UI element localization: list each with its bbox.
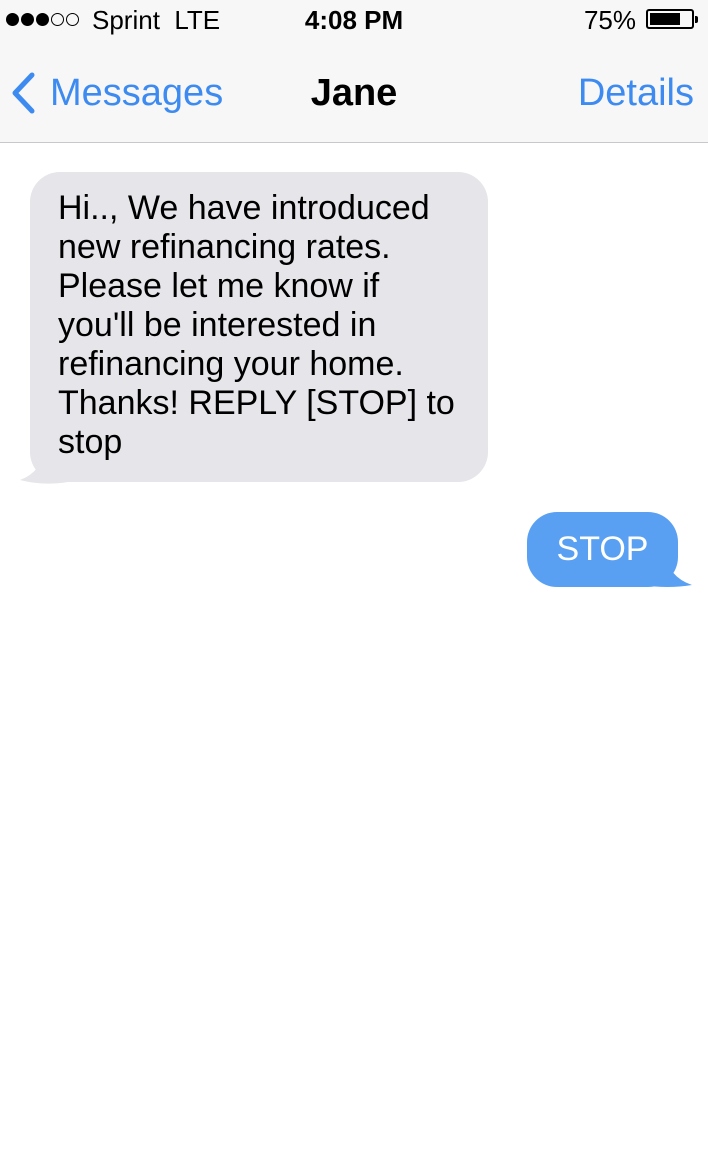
contact-name: Jane (310, 72, 398, 114)
outgoing-message-bubble[interactable]: STOP (527, 512, 678, 587)
battery-level-fill (650, 13, 680, 25)
incoming-message-bubble[interactable]: Hi.., We have introduced new refinancing… (30, 172, 488, 482)
chevron-left-icon (12, 72, 35, 114)
top-bar: Sprint LTE 4:08 PM 75% Messages Jane Det… (0, 0, 708, 143)
back-button[interactable]: Messages (10, 68, 223, 118)
battery-icon (646, 9, 698, 29)
details-button[interactable]: Details (578, 72, 694, 115)
battery-percent: 75% (583, 5, 636, 35)
status-bar: Sprint LTE 4:08 PM 75% (0, 0, 708, 40)
back-button-label: Messages (50, 71, 224, 114)
